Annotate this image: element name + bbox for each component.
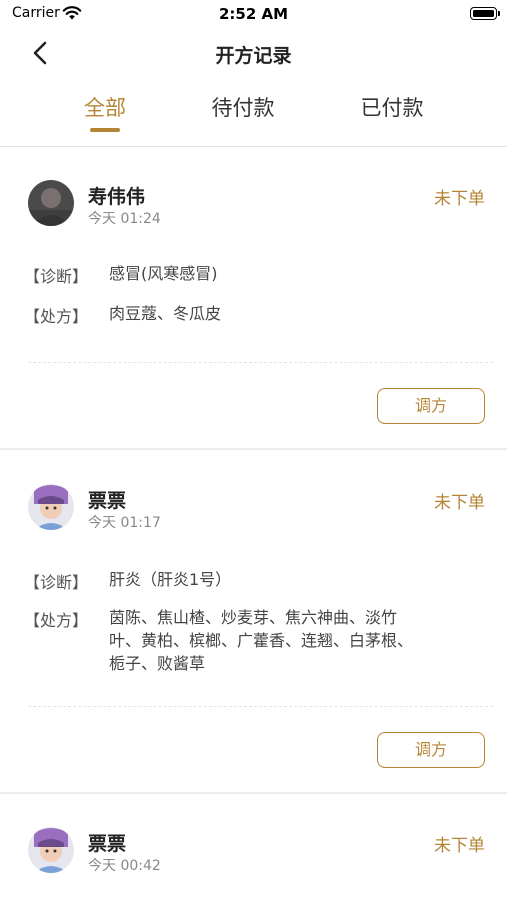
record-card[interactable]: 票票 今天 01:17 未下单 【诊断】 肝炎（肝炎1号） 【处方】 茵陈、焦山… xyxy=(0,450,507,792)
diagnosis-value: 感冒(风寒感冒) xyxy=(109,264,218,283)
avatar xyxy=(28,827,74,873)
filter-tabs: 全部 待付款 已付款 xyxy=(0,84,507,144)
prescription-label: 【处方】 xyxy=(24,611,89,630)
record-time: 今天 01:17 xyxy=(88,515,161,531)
prescription-value: 肉豆蔻、冬瓜皮 xyxy=(109,304,222,323)
patient-name: 票票 xyxy=(88,833,127,855)
navigation-bar: 开方记录 xyxy=(0,28,507,78)
diagnosis-value: 肝炎（肝炎1号） xyxy=(109,570,232,589)
adjust-prescription-button[interactable]: 调方 xyxy=(377,732,485,768)
patient-name: 票票 xyxy=(88,490,127,512)
dashed-divider xyxy=(28,706,493,707)
record-card[interactable]: 票票 今天 00:42 未下单 xyxy=(0,794,507,900)
tab-paid[interactable]: 已付款 xyxy=(332,92,452,122)
avatar xyxy=(28,180,74,226)
avatar xyxy=(28,484,74,530)
patient-name: 寿伟伟 xyxy=(88,186,146,208)
status-badge: 未下单 xyxy=(434,493,485,513)
diagnosis-label: 【诊断】 xyxy=(24,267,89,286)
record-card[interactable]: 寿伟伟 今天 01:24 未下单 【诊断】 感冒(风寒感冒) 【处方】 肉豆蔻、… xyxy=(0,148,507,448)
prescription-line: 栀子、败酱草 xyxy=(109,654,206,673)
battery-icon xyxy=(470,7,500,20)
record-time: 今天 01:24 xyxy=(88,211,161,227)
prescription-value: 茵陈、焦山楂、炒麦芽、焦六神曲、淡竹 叶、黄柏、槟榔、广藿香、连翘、白茅根、 栀… xyxy=(109,606,479,675)
status-badge: 未下单 xyxy=(434,189,485,209)
dashed-divider xyxy=(28,362,493,363)
adjust-prescription-button[interactable]: 调方 xyxy=(377,388,485,424)
record-time: 今天 00:42 xyxy=(88,858,161,874)
prescription-line: 茵陈、焦山楂、炒麦芽、焦六神曲、淡竹 xyxy=(109,608,398,627)
tab-all[interactable]: 全部 xyxy=(45,92,165,122)
divider xyxy=(0,146,507,147)
status-time: 2:52 AM xyxy=(218,5,289,23)
page-title: 开方记录 xyxy=(215,45,292,67)
prescription-label: 【处方】 xyxy=(24,307,89,326)
active-tab-indicator xyxy=(90,128,120,132)
status-badge: 未下单 xyxy=(434,836,485,856)
diagnosis-label: 【诊断】 xyxy=(24,573,89,592)
prescription-line: 叶、黄柏、槟榔、广藿香、连翘、白茅根、 xyxy=(109,631,414,650)
tab-pending-payment[interactable]: 待付款 xyxy=(183,92,303,122)
status-bar: Carrier 2:52 AM xyxy=(0,0,507,28)
